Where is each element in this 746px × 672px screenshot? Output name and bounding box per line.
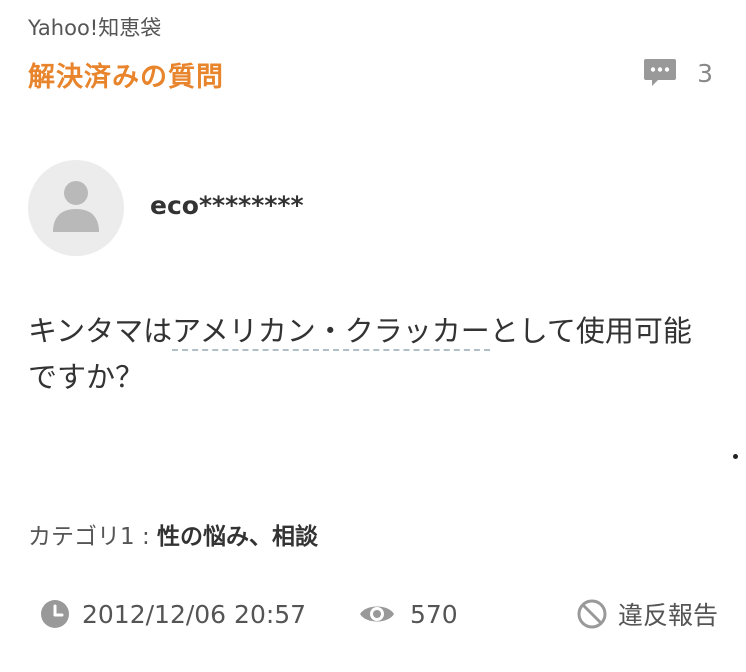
post-date: 2012/12/06 20:57 (28, 594, 306, 634)
site-name[interactable]: Yahoo!知恵袋 (28, 12, 161, 42)
category-link[interactable]: 性の悩み、相談 (157, 524, 318, 550)
answer-count-link[interactable]: 3 (643, 57, 713, 89)
keyword-link[interactable]: アメリカン・クラッカー (172, 314, 490, 351)
category: カテゴリ1 : 性の悩み、相談 (28, 517, 318, 551)
question-text: キンタマはアメリカン・クラッカーとして使用可能ですか？ (28, 308, 718, 400)
report-label: 違反報告 (617, 601, 718, 630)
view-count: 570 (344, 594, 458, 634)
question-header: 解決済みの質問 3 (28, 55, 718, 95)
username[interactable]: eco******** (150, 191, 304, 220)
prohibited-icon (576, 598, 608, 630)
eye-icon (358, 601, 396, 627)
questioner-info: eco******** (28, 160, 304, 256)
question-meta: 2012/12/06 20:57 570 違反報告 (28, 594, 718, 634)
question-text-before: キンタマは (28, 314, 173, 348)
default-user-icon (50, 178, 102, 238)
clock-icon (40, 599, 70, 629)
comment-bubble-icon (643, 57, 677, 89)
avatar[interactable] (28, 160, 124, 256)
category-label: カテゴリ1 : (28, 524, 158, 550)
view-count-value: 570 (410, 599, 458, 629)
post-datetime: 2012/12/06 20:57 (82, 599, 307, 629)
scroll-indicator (733, 454, 738, 459)
answer-count: 3 (697, 58, 713, 88)
resolved-status-label: 解決済みの質問 (28, 62, 224, 93)
report-button[interactable]: 違反報告 (566, 594, 718, 634)
